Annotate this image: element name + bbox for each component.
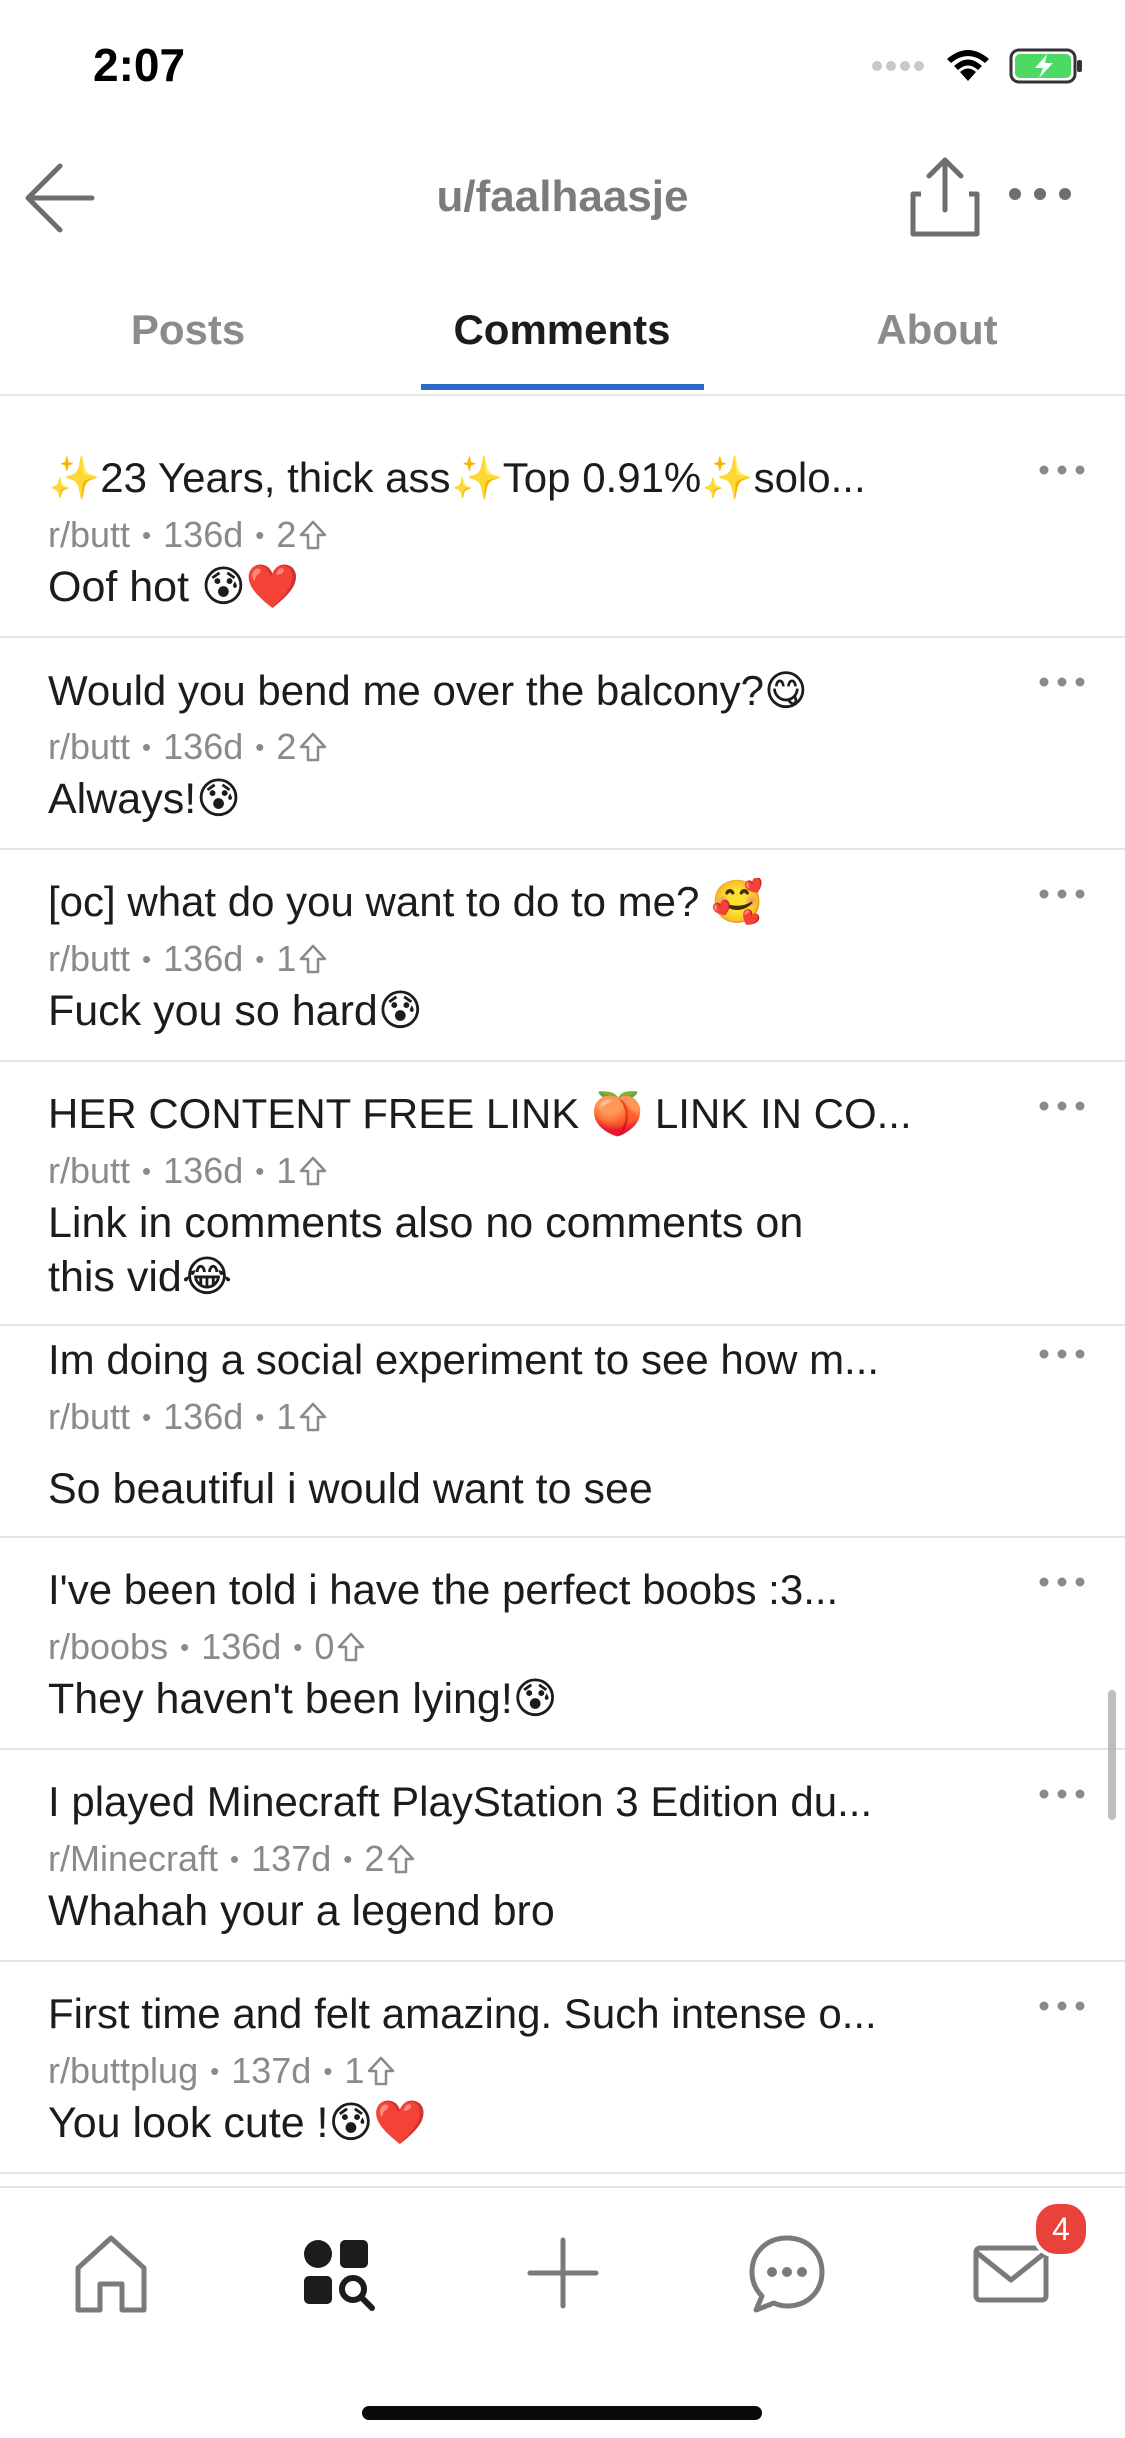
discover-icon[interactable] bbox=[292, 2228, 382, 2318]
upvote-icon bbox=[300, 944, 327, 974]
comment-row[interactable]: Would you bend me over the balcony?😋 r/b… bbox=[0, 638, 1125, 850]
subreddit[interactable]: r/butt bbox=[48, 938, 130, 980]
vote-count: 1 bbox=[344, 2050, 365, 2091]
scroll-indicator[interactable] bbox=[1108, 1690, 1116, 1820]
subreddit[interactable]: r/boobs bbox=[48, 1626, 168, 1668]
post-title: [oc] what do you want to do to me? 🥰 bbox=[48, 878, 764, 925]
upvote-icon bbox=[300, 1156, 327, 1186]
upvote-icon bbox=[300, 732, 327, 762]
list-item-partial bbox=[0, 396, 1125, 428]
upvote-icon bbox=[338, 1632, 365, 1662]
more-options-icon[interactable] bbox=[1037, 460, 1087, 480]
comment-row[interactable]: HER CONTENT FREE LINK 🍑 LINK IN CO... r/… bbox=[0, 1062, 1125, 1326]
more-options-icon[interactable] bbox=[1037, 1096, 1087, 1116]
active-tab-indicator bbox=[421, 384, 704, 390]
post-title: I played Minecraft PlayStation 3 Edition… bbox=[48, 1778, 873, 1825]
comment-age: 136d bbox=[201, 1626, 282, 1667]
comment-row[interactable]: I've been told i have the perfect boobs … bbox=[0, 1538, 1125, 1750]
comment-body: Always!😰 bbox=[48, 775, 241, 823]
subreddit[interactable]: r/butt bbox=[48, 726, 130, 768]
comment-age: 136d bbox=[163, 1396, 244, 1437]
post-title: I've been told i have the perfect boobs … bbox=[48, 1566, 839, 1613]
home-indicator bbox=[362, 2406, 762, 2420]
comment-age: 137d bbox=[251, 1838, 332, 1879]
comment-meta: r/boobs • 136d • 0 bbox=[48, 1626, 366, 1668]
post-title: ✨23 Years, thick ass✨Top 0.91%✨solo... bbox=[48, 454, 866, 501]
vote-count: 1 bbox=[276, 1396, 297, 1437]
upvote-icon bbox=[300, 520, 327, 550]
comment-body: So beautiful i would want to see bbox=[48, 1465, 653, 1513]
comment-meta: r/butt • 136d • 1 bbox=[48, 1396, 328, 1438]
more-options-icon[interactable] bbox=[1005, 174, 1075, 214]
comment-body: You look cute !😰❤️ bbox=[48, 2099, 427, 2147]
comment-body: Whahah your a legend bro bbox=[48, 1887, 555, 1935]
battery-charging-icon bbox=[1009, 48, 1082, 84]
comment-meta: r/butt • 136d • 1 bbox=[48, 938, 328, 980]
status-time: 2:07 bbox=[93, 39, 186, 91]
more-options-icon[interactable] bbox=[1037, 884, 1087, 904]
comment-age: 137d bbox=[231, 2050, 312, 2091]
share-icon[interactable] bbox=[905, 154, 985, 240]
create-post-icon[interactable] bbox=[518, 2228, 608, 2318]
subreddit[interactable]: r/buttplug bbox=[48, 2050, 198, 2092]
comment-body: Oof hot 😰❤️ bbox=[48, 563, 300, 611]
comment-age: 136d bbox=[163, 726, 244, 767]
status-icons bbox=[871, 48, 1085, 84]
comment-age: 136d bbox=[163, 938, 244, 979]
post-title: Would you bend me over the balcony?😋 bbox=[48, 667, 808, 714]
comment-meta: r/butt • 136d • 1 bbox=[48, 1150, 328, 1192]
comment-row[interactable]: I played Minecraft PlayStation 3 Edition… bbox=[0, 1750, 1125, 1962]
comment-meta: r/butt • 136d • 2 bbox=[48, 514, 328, 556]
comment-meta: r/butt • 136d • 2 bbox=[48, 726, 328, 768]
subreddit[interactable]: r/butt bbox=[48, 514, 130, 556]
comment-body: They haven't been lying!😰 bbox=[48, 1675, 558, 1723]
chat-icon[interactable] bbox=[742, 2228, 832, 2318]
status-bar: 2:07 bbox=[0, 0, 1125, 140]
more-options-icon[interactable] bbox=[1037, 672, 1087, 692]
subreddit[interactable]: r/butt bbox=[48, 1150, 130, 1192]
comment-meta: r/buttplug • 137d • 1 bbox=[48, 2050, 396, 2092]
vote-count: 1 bbox=[276, 1150, 297, 1191]
comment-row[interactable]: First time and felt amazing. Such intens… bbox=[0, 1962, 1125, 2174]
more-options-icon[interactable] bbox=[1037, 1572, 1087, 1592]
vote-count: 2 bbox=[276, 514, 297, 555]
comments-feed[interactable]: ✨23 Years, thick ass✨Top 0.91%✨solo... r… bbox=[0, 396, 1125, 2186]
subreddit[interactable]: r/butt bbox=[48, 1396, 130, 1438]
subreddit[interactable]: r/Minecraft bbox=[48, 1838, 218, 1880]
home-icon[interactable] bbox=[66, 2228, 156, 2318]
more-options-icon[interactable] bbox=[1037, 1784, 1087, 1804]
post-title: HER CONTENT FREE LINK 🍑 LINK IN CO... bbox=[48, 1090, 912, 1137]
comment-row[interactable]: Im doing a social experiment to see how … bbox=[0, 1326, 1125, 1538]
tab-comments[interactable]: Comments bbox=[421, 280, 703, 380]
vote-count: 1 bbox=[276, 938, 297, 979]
wifi-icon bbox=[947, 50, 989, 81]
comment-age: 136d bbox=[163, 514, 244, 555]
vote-count: 2 bbox=[364, 1838, 385, 1879]
comment-row[interactable]: ✨23 Years, thick ass✨Top 0.91%✨solo... r… bbox=[0, 426, 1125, 638]
navigation-bar: u/faalhaasje bbox=[0, 140, 1125, 260]
more-options-icon[interactable] bbox=[1037, 1344, 1087, 1364]
comment-meta: r/Minecraft • 137d • 2 bbox=[48, 1838, 416, 1880]
upvote-icon bbox=[300, 1402, 327, 1432]
post-title: Im doing a social experiment to see how … bbox=[48, 1336, 880, 1383]
signal-icon bbox=[872, 61, 924, 71]
vote-count: 0 bbox=[314, 1626, 335, 1667]
comment-row[interactable]: [oc] what do you want to do to me? 🥰 r/b… bbox=[0, 850, 1125, 1062]
upvote-icon bbox=[368, 2056, 395, 2086]
more-options-icon[interactable] bbox=[1037, 1996, 1087, 2016]
tab-posts[interactable]: Posts bbox=[47, 280, 329, 380]
profile-tabs: Posts Comments About bbox=[0, 280, 1125, 396]
inbox-badge: 4 bbox=[1032, 2200, 1090, 2258]
vote-count: 2 bbox=[276, 726, 297, 767]
tab-about[interactable]: About bbox=[796, 280, 1078, 380]
upvote-icon bbox=[388, 1844, 415, 1874]
comment-body: Link in comments also no comments on thi… bbox=[48, 1199, 804, 1301]
comment-age: 136d bbox=[163, 1150, 244, 1191]
post-title: First time and felt amazing. Such intens… bbox=[48, 1990, 877, 2037]
comment-body: Fuck you so hard😰 bbox=[48, 987, 423, 1035]
bottom-tab-bar: 4 bbox=[0, 2186, 1125, 2438]
